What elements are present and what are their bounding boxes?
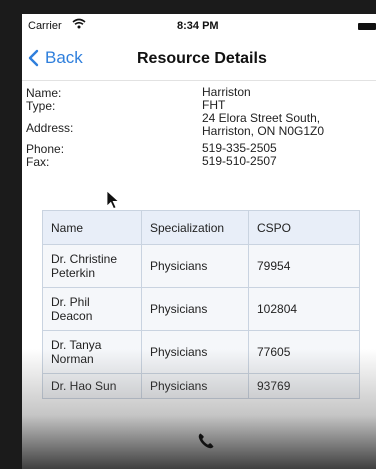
column-header-cspo[interactable]: CSPO — [248, 210, 360, 245]
navigation-bar: Back Resource Details — [22, 40, 376, 81]
specialization-cell: Physicians — [141, 287, 249, 331]
specialization-cell: Physicians — [141, 330, 249, 374]
back-button-label: Back — [45, 48, 83, 67]
provider-name-line: Dr. Tanya — [51, 338, 102, 352]
column-header-name[interactable]: Name — [42, 210, 142, 245]
table-row[interactable]: Dr. Tanya Norman Physicians 77605 — [42, 330, 360, 374]
page-title: Resource Details — [137, 50, 267, 67]
provider-name-line: Dr. Hao Sun — [51, 379, 117, 393]
carrier-label: Carrier — [28, 20, 62, 32]
fax-value: 519-510-2507 — [202, 154, 277, 168]
provider-name-cell: Dr. Phil Deacon — [42, 287, 142, 331]
specialization-cell: Physicians — [141, 373, 249, 399]
address-line-2: Harriston, ON N0G1Z0 — [202, 124, 325, 138]
cspo-cell: 77605 — [248, 330, 360, 374]
provider-name-line: Dr. Phil — [51, 295, 90, 309]
provider-name-line: Peterkin — [51, 266, 96, 280]
wifi-icon — [72, 18, 86, 32]
table-row[interactable]: Dr. Hao Sun Physicians 93769 — [42, 373, 360, 399]
name-label: Name: — [26, 86, 62, 100]
provider-name-cell: Dr. Hao Sun — [42, 373, 142, 399]
phone-icon[interactable] — [197, 432, 215, 455]
providers-table: Name Specialization CSPO Dr. Christine P… — [42, 210, 360, 399]
column-header-specialization[interactable]: Specialization — [141, 210, 249, 245]
chevron-left-icon — [28, 49, 39, 67]
cspo-cell: 102804 — [248, 287, 360, 331]
fax-label: Fax: — [26, 155, 50, 169]
phone-label: Phone: — [26, 142, 65, 156]
back-button[interactable]: Back — [28, 48, 83, 68]
battery-icon — [358, 23, 376, 30]
status-time: 8:34 PM — [177, 20, 219, 32]
provider-name-cell: Dr. Christine Peterkin — [42, 244, 142, 288]
specialization-cell: Physicians — [141, 244, 249, 288]
cspo-cell: 79954 — [248, 244, 360, 288]
provider-name-line: Deacon — [51, 309, 93, 323]
phone-screen: Carrier 8:34 PM Back Resource Details Na… — [22, 14, 376, 469]
type-label: Type: — [26, 99, 56, 113]
provider-name-cell: Dr. Tanya Norman — [42, 330, 142, 374]
table-row[interactable]: Dr. Phil Deacon Physicians 102804 — [42, 287, 360, 331]
table-header-row: Name Specialization CSPO — [42, 210, 360, 245]
status-bar: Carrier 8:34 PM — [22, 14, 376, 38]
provider-name-line: Dr. Christine — [51, 252, 118, 266]
address-label: Address: — [26, 121, 74, 135]
cspo-cell: 93769 — [248, 373, 360, 399]
provider-name-line: Norman — [51, 352, 94, 366]
table-row[interactable]: Dr. Christine Peterkin Physicians 79954 — [42, 244, 360, 288]
